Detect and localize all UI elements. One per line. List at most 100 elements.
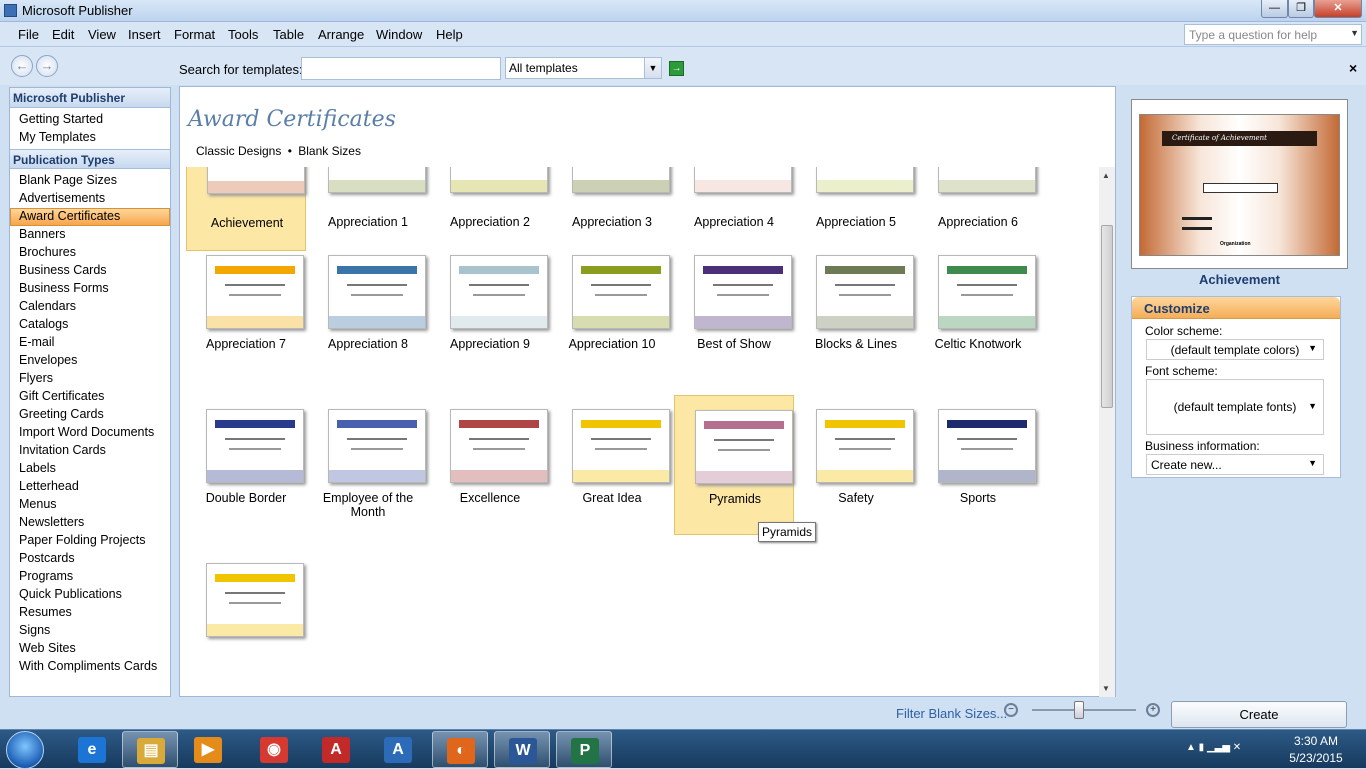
template-tile[interactable]: Appreciation 6 <box>918 167 1038 251</box>
template-tile[interactable]: Pyramids <box>674 395 794 535</box>
template-thumbnail[interactable] <box>450 255 548 329</box>
sidebar-item-greeting-cards[interactable]: Greeting Cards <box>10 406 170 424</box>
template-thumbnail[interactable] <box>450 409 548 483</box>
template-filter-dropdown[interactable]: All templates ▼ <box>505 57 662 79</box>
sidebar-item-invitation-cards[interactable]: Invitation Cards <box>10 442 170 460</box>
chevron-down-icon[interactable]: ▼ <box>1308 458 1317 468</box>
filter-blank-sizes-link[interactable]: Filter Blank Sizes... <box>896 706 1007 721</box>
sidebar-item-gift-certificates[interactable]: Gift Certificates <box>10 388 170 406</box>
taskbar-internet-explorer-icon[interactable]: e <box>64 731 120 768</box>
template-thumbnail[interactable] <box>206 563 304 637</box>
template-thumbnail[interactable] <box>572 255 670 329</box>
template-tile[interactable]: Appreciation 4 <box>674 167 794 251</box>
template-thumbnail[interactable] <box>816 167 914 193</box>
template-thumbnail[interactable] <box>938 167 1036 193</box>
menu-format[interactable]: Format <box>174 27 215 42</box>
chevron-down-icon[interactable]: ▼ <box>1308 343 1317 353</box>
taskbar-media-player-icon[interactable]: ▶ <box>180 731 236 768</box>
template-tile[interactable]: Safety <box>796 395 916 535</box>
template-tile[interactable]: Excellence <box>430 395 550 535</box>
system-tray[interactable]: ▲ ▮ ▁▃▅ ✕ <box>1186 742 1241 753</box>
template-tile[interactable]: Best of Show <box>674 241 794 381</box>
sidebar-item-award-certificates[interactable]: Award Certificates <box>10 208 170 226</box>
template-tile[interactable] <box>186 549 306 689</box>
chevron-down-icon[interactable]: ▼ <box>644 58 661 78</box>
template-thumbnail[interactable] <box>695 410 793 484</box>
clock-date[interactable]: 5/23/2015 <box>1284 751 1348 765</box>
create-button[interactable]: Create <box>1171 701 1347 728</box>
template-tile[interactable]: Double Border <box>186 395 306 535</box>
template-tile[interactable]: Great Idea <box>552 395 672 535</box>
font-scheme-dropdown[interactable]: (default template fonts) ▼ <box>1146 379 1324 435</box>
sidebar-item-newsletters[interactable]: Newsletters <box>10 514 170 532</box>
taskbar-word-icon[interactable]: W <box>494 731 550 768</box>
sidebar-item-flyers[interactable]: Flyers <box>10 370 170 388</box>
template-tile[interactable]: Appreciation 1 <box>308 167 428 251</box>
template-thumbnail[interactable] <box>816 255 914 329</box>
template-tile[interactable]: Appreciation 8 <box>308 241 428 381</box>
taskbar-firefox-icon[interactable]: ◐ <box>432 731 488 768</box>
link-blank-sizes[interactable]: Blank Sizes <box>298 144 361 158</box>
template-tile[interactable]: Appreciation 10 <box>552 241 672 381</box>
maximize-button[interactable]: ❐ <box>1288 0 1314 18</box>
template-thumbnail[interactable] <box>328 409 426 483</box>
back-arrow-icon[interactable]: ← <box>11 55 33 77</box>
template-thumbnail[interactable] <box>207 167 305 194</box>
template-thumbnail[interactable] <box>206 255 304 329</box>
zoom-in-icon[interactable]: + <box>1146 703 1160 717</box>
taskbar-chrome-icon[interactable]: ◉ <box>246 731 302 768</box>
template-tile[interactable]: Blocks & Lines <box>796 241 916 381</box>
template-thumbnail[interactable] <box>572 167 670 193</box>
minimize-button[interactable]: — <box>1261 0 1288 18</box>
template-tile[interactable]: Achievement <box>186 167 306 251</box>
sidebar-item-my-templates[interactable]: My Templates <box>10 129 170 147</box>
template-thumbnail[interactable] <box>572 409 670 483</box>
template-tile[interactable]: Employee of the Month <box>308 395 428 535</box>
chevron-down-icon[interactable]: ▼ <box>1350 28 1359 38</box>
taskbar-acrobat-icon[interactable]: A <box>308 731 364 768</box>
sidebar-item-blank-page-sizes[interactable]: Blank Page Sizes <box>10 172 170 190</box>
template-tile[interactable]: Appreciation 9 <box>430 241 550 381</box>
sidebar-item-signs[interactable]: Signs <box>10 622 170 640</box>
template-thumbnail[interactable] <box>328 167 426 193</box>
go-search-button[interactable]: → <box>669 61 684 76</box>
sidebar-item-quick-publications[interactable]: Quick Publications <box>10 586 170 604</box>
menu-insert[interactable]: Insert <box>128 27 161 42</box>
zoom-out-icon[interactable]: − <box>1004 703 1018 717</box>
sidebar-item-programs[interactable]: Programs <box>10 568 170 586</box>
chevron-down-icon[interactable]: ▼ <box>1308 401 1317 411</box>
template-tile[interactable]: Sports <box>918 395 1038 535</box>
menu-edit[interactable]: Edit <box>52 27 74 42</box>
sidebar-item-banners[interactable]: Banners <box>10 226 170 244</box>
taskbar-app-a-icon[interactable]: A <box>370 731 426 768</box>
sidebar-item-letterhead[interactable]: Letterhead <box>10 478 170 496</box>
sidebar-item-labels[interactable]: Labels <box>10 460 170 478</box>
menu-window[interactable]: Window <box>376 27 422 42</box>
template-thumbnail[interactable] <box>938 255 1036 329</box>
template-thumbnail[interactable] <box>694 167 792 193</box>
menu-tools[interactable]: Tools <box>228 27 258 42</box>
template-thumbnail[interactable] <box>816 409 914 483</box>
menu-help[interactable]: Help <box>436 27 463 42</box>
scroll-up-icon[interactable]: ▲ <box>1102 171 1110 180</box>
forward-arrow-icon[interactable]: → <box>36 55 58 77</box>
menu-table[interactable]: Table <box>273 27 304 42</box>
sidebar-item-paper-folding-projects[interactable]: Paper Folding Projects <box>10 532 170 550</box>
template-thumbnail[interactable] <box>328 255 426 329</box>
template-tile[interactable]: Appreciation 7 <box>186 241 306 381</box>
sidebar-item-menus[interactable]: Menus <box>10 496 170 514</box>
scroll-down-icon[interactable]: ▼ <box>1102 684 1110 693</box>
clock-time[interactable]: 3:30 AM <box>1290 734 1342 748</box>
help-search-box[interactable]: Type a question for help ▼ <box>1184 24 1362 45</box>
sidebar-item-resumes[interactable]: Resumes <box>10 604 170 622</box>
template-search-input[interactable] <box>301 57 501 80</box>
business-info-dropdown[interactable]: Create new... ▼ <box>1146 454 1324 475</box>
sidebar-item-calendars[interactable]: Calendars <box>10 298 170 316</box>
zoom-slider-thumb[interactable] <box>1073 701 1084 719</box>
taskbar-file-explorer-icon[interactable]: ▤ <box>122 731 178 768</box>
sidebar-item-web-sites[interactable]: Web Sites <box>10 640 170 658</box>
menu-arrange[interactable]: Arrange <box>318 27 364 42</box>
sidebar-item-business-cards[interactable]: Business Cards <box>10 262 170 280</box>
sidebar-item-with-compliments-cards[interactable]: With Compliments Cards <box>10 658 170 676</box>
sidebar-item-envelopes[interactable]: Envelopes <box>10 352 170 370</box>
